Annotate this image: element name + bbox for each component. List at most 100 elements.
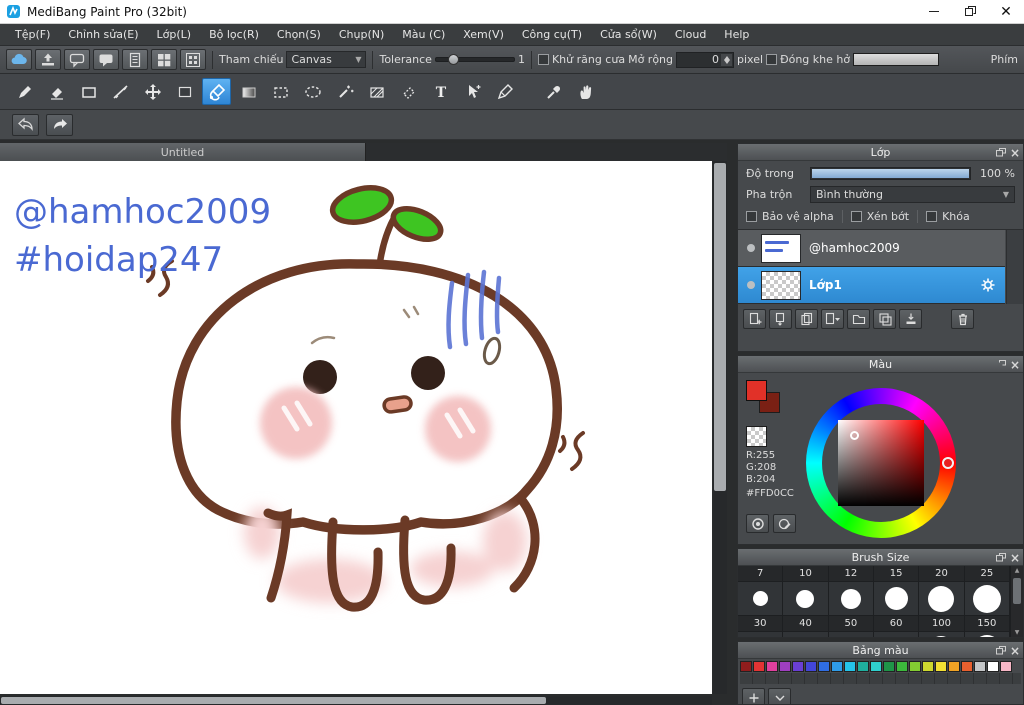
brush-preview[interactable] (783, 632, 829, 637)
brush-size-cell[interactable]: 25 (964, 566, 1010, 582)
brush-size-cell[interactable]: 15 (873, 566, 920, 582)
layout-button[interactable] (151, 49, 177, 70)
snap-tool[interactable] (106, 78, 135, 105)
canvas[interactable]: @hamhoc2009 #hoidap247 (0, 161, 712, 694)
comment-button[interactable] (64, 49, 90, 70)
eraser-tool[interactable] (42, 78, 71, 105)
rectangle-tool[interactable] (74, 78, 103, 105)
brush-preview[interactable] (873, 582, 920, 616)
fill-rectangle-tool[interactable] (170, 78, 199, 105)
palette-swatch[interactable] (753, 661, 765, 672)
menu-item[interactable]: Help (715, 24, 758, 45)
new-folder-button[interactable] (847, 309, 870, 329)
popout-icon[interactable] (995, 148, 1006, 157)
brush-preview[interactable] (964, 632, 1010, 637)
brush-preview[interactable] (919, 582, 965, 616)
maximize-button[interactable] (952, 0, 988, 23)
close-gap-checkbox[interactable] (766, 54, 778, 65)
brush-size-cell[interactable]: 12 (828, 566, 874, 582)
bucket-tool[interactable] (202, 78, 231, 105)
chat-button[interactable] (93, 49, 119, 70)
layer-row-selected[interactable]: Lớp1 (738, 267, 1005, 304)
menu-item[interactable]: Cloud (666, 24, 715, 45)
color-picker-mode-button[interactable] (773, 514, 796, 533)
menu-item[interactable]: Chụp(N) (330, 24, 393, 45)
palette-swatch[interactable] (974, 661, 986, 672)
protect-alpha-checkbox[interactable] (746, 211, 757, 222)
magic-wand-tool[interactable] (330, 78, 359, 105)
add-layer-button[interactable] (743, 309, 766, 329)
visibility-dot[interactable] (747, 281, 755, 289)
spinner-arrows-icon[interactable] (721, 53, 733, 66)
close-icon[interactable]: × (1010, 645, 1020, 657)
brush-scrollbar[interactable]: ▲ ▼ (1010, 566, 1023, 637)
clipping-checkbox[interactable] (850, 211, 862, 222)
minimize-button[interactable] (916, 0, 952, 23)
saturation-value-square[interactable] (838, 420, 924, 506)
material-button[interactable] (180, 49, 206, 70)
layer-row[interactable]: @hamhoc2009 (738, 230, 1005, 267)
palette-swatch[interactable] (1000, 661, 1012, 672)
menu-item[interactable]: Cửa sổ(W) (591, 24, 666, 45)
scroll-down-icon[interactable]: ▼ (1011, 629, 1023, 636)
brush-size-cell[interactable]: 10 (783, 566, 829, 582)
brush-size-cell[interactable]: 40 (783, 616, 829, 632)
eyedropper-tool[interactable] (539, 78, 568, 105)
palette-swatch[interactable] (896, 661, 908, 672)
palette-swatch[interactable] (792, 661, 804, 672)
close-icon[interactable]: × (1010, 359, 1020, 371)
brush-size-cell[interactable]: 30 (738, 616, 784, 632)
gradient-tool[interactable] (234, 78, 263, 105)
redo-button[interactable] (46, 113, 73, 136)
popout-icon[interactable] (996, 360, 1006, 369)
brush-size-cell[interactable]: 150 (964, 616, 1010, 632)
palette-swatch[interactable] (909, 661, 921, 672)
layer-menu-button[interactable] (821, 309, 844, 329)
visibility-dot[interactable] (747, 244, 755, 252)
delete-layer-button[interactable] (951, 309, 974, 329)
palette-swatch[interactable] (857, 661, 869, 672)
add-palette-color-button[interactable] (742, 688, 765, 704)
brush-size-cell[interactable]: 100 (919, 616, 965, 632)
brush-preview[interactable] (783, 582, 829, 616)
brush-tool[interactable] (10, 78, 39, 105)
menu-item[interactable]: Lớp(L) (148, 24, 201, 45)
color-wheel-mode-button[interactable] (746, 514, 769, 533)
menu-item[interactable]: Chọn(S) (268, 24, 330, 45)
brush-preview[interactable] (919, 632, 965, 637)
palette-swatch[interactable] (948, 661, 960, 672)
menu-item[interactable]: Màu (C) (393, 24, 454, 45)
canvas-tab[interactable]: Untitled (0, 143, 366, 161)
merge-layer-button[interactable] (899, 309, 922, 329)
palette-menu-button[interactable] (768, 688, 791, 704)
brush-size-cell[interactable]: 7 (738, 566, 784, 582)
cloud-button[interactable] (6, 49, 32, 70)
menu-item[interactable]: Tệp(F) (6, 24, 59, 45)
layer-list-scrollbar[interactable] (1006, 230, 1023, 304)
palette-swatch[interactable] (766, 661, 778, 672)
blend-select[interactable]: Bình thường ▼ (810, 186, 1015, 203)
vertical-scroll-thumb[interactable] (714, 163, 726, 491)
palette-swatch[interactable] (740, 661, 752, 672)
brush-size-cell[interactable]: 20 (919, 566, 965, 582)
brush-preview[interactable] (964, 582, 1010, 616)
move-tool[interactable] (138, 78, 167, 105)
palette-swatch[interactable] (961, 661, 973, 672)
antialias-checkbox[interactable] (537, 54, 549, 65)
palette-swatch[interactable] (883, 661, 895, 672)
menu-item[interactable]: Chỉnh sửa(E) (59, 24, 147, 45)
undo-button[interactable] (12, 113, 39, 136)
foreground-color-swatch[interactable] (746, 380, 767, 401)
close-icon[interactable]: × (1010, 147, 1020, 159)
palette-swatch[interactable] (805, 661, 817, 672)
brush-scroll-thumb[interactable] (1013, 578, 1021, 604)
hue-marker[interactable] (942, 457, 954, 469)
color-wheel[interactable] (806, 388, 956, 538)
menu-item[interactable]: Bộ lọc(R) (200, 24, 268, 45)
reference-select[interactable]: Canvas ▼ (286, 51, 367, 68)
close-button[interactable]: ✕ (988, 0, 1024, 23)
brush-preview[interactable] (738, 582, 784, 616)
menu-item[interactable]: Công cụ(T) (513, 24, 591, 45)
close-gap-bar[interactable] (853, 53, 940, 66)
scroll-up-icon[interactable]: ▲ (1011, 567, 1023, 574)
